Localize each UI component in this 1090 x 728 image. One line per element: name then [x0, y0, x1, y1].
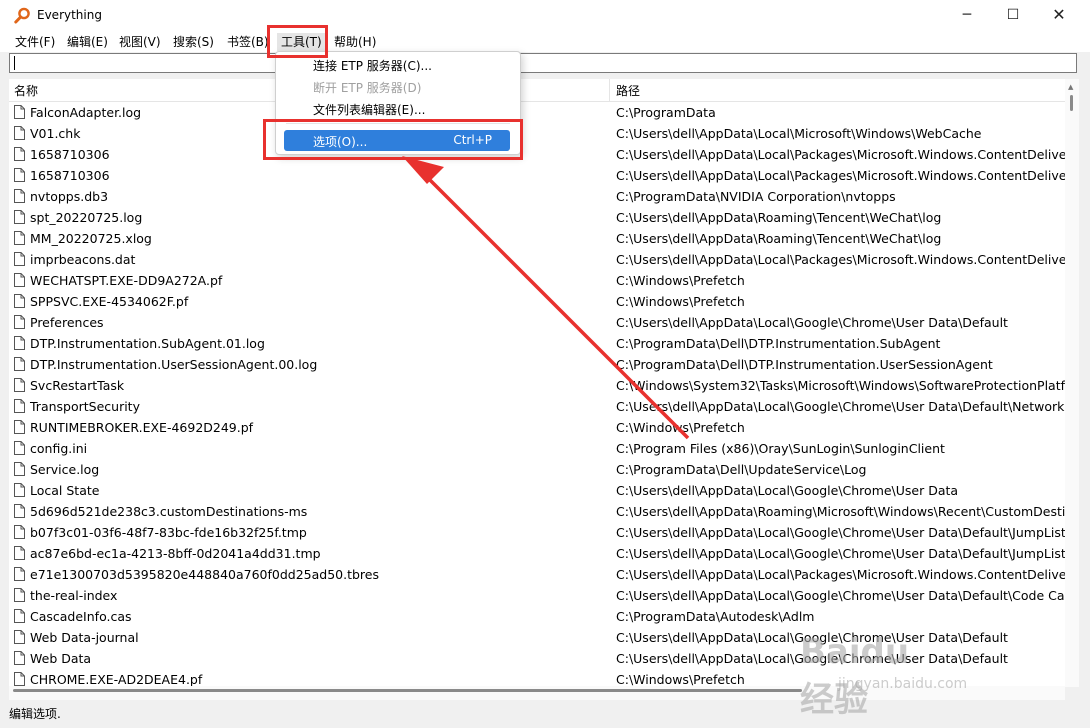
red-arrow-icon — [402, 156, 690, 440]
watermark-url: jingyan.baidu.com — [838, 676, 968, 692]
